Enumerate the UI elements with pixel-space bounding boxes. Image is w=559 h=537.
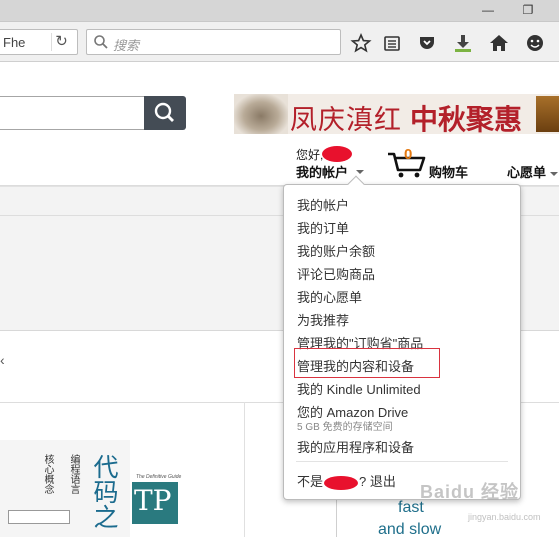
menu-item-recommendations[interactable]: 为我推荐 xyxy=(297,310,349,329)
menu-item-manage-content-devices[interactable]: 管理我的内容和设备 xyxy=(297,356,414,375)
amazon-nav-bar xyxy=(0,140,559,186)
cart-link[interactable]: 购物车 xyxy=(429,162,468,181)
greeting: 您好, xyxy=(296,148,324,162)
wishlist-label: 心愿单 xyxy=(507,165,547,180)
wishlist-link[interactable]: 心愿单 xyxy=(507,162,558,181)
download-icon[interactable] xyxy=(452,32,474,54)
search-placeholder: 搜索 xyxy=(113,38,140,53)
minimize-button[interactable]: — xyxy=(478,2,498,18)
amazon-search-input[interactable] xyxy=(0,96,144,130)
account-menu-link[interactable]: 我的帐户 xyxy=(296,162,348,181)
search-icon xyxy=(94,35,108,49)
browser-toolbar: Fhe ↻ 搜索 xyxy=(0,22,559,62)
menu-item-review-purchases[interactable]: 评论已购商品 xyxy=(297,264,375,283)
divider xyxy=(244,402,245,537)
search-icon xyxy=(154,102,174,122)
drive-storage-note: 5 GB 免费的存储空间 xyxy=(297,422,393,433)
menu-item-my-account[interactable]: 我的帐户 xyxy=(297,195,349,214)
pocket-icon[interactable] xyxy=(416,32,438,54)
baidu-watermark: Baidu 经验 xyxy=(420,482,520,502)
reload-icon[interactable]: ↻ xyxy=(51,33,71,51)
smiley-icon[interactable] xyxy=(524,32,546,54)
window-titlebar: — ❐ xyxy=(0,0,559,22)
chevron-down-icon xyxy=(356,170,364,174)
amazon-search-button[interactable] xyxy=(144,96,186,130)
bookmark-star-icon[interactable] xyxy=(350,32,372,54)
menu-item-apps-devices[interactable]: 我的应用程序和设备 xyxy=(297,437,414,456)
account-dropdown-menu: 我的帐户 我的订单 我的账户余额 评论已购商品 我的心愿单 为我推荐 管理我的"… xyxy=(283,175,521,500)
book1-label-box xyxy=(8,510,70,524)
book1-subtitle-2: 编程语言 xyxy=(68,454,79,494)
book-cover-2[interactable]: The Definitive Guide TP xyxy=(132,462,182,537)
book-cover-1[interactable]: 核心概念 编程语言 代码之 xyxy=(0,440,130,537)
browser-search-input[interactable]: 搜索 xyxy=(86,29,341,55)
redacted-username xyxy=(322,146,352,162)
reading-list-icon[interactable] xyxy=(381,32,403,54)
chevron-down-icon xyxy=(549,171,558,176)
menu-item-balance[interactable]: 我的账户余额 xyxy=(297,241,375,260)
banner-text-1: 凤庆滇红 xyxy=(290,105,402,134)
banner-text-2: 中秋聚惠 xyxy=(410,103,523,134)
book1-subtitle-1: 核心概念 xyxy=(42,454,53,494)
carousel-prev-icon[interactable]: ‹ xyxy=(0,352,5,368)
menu-item-signout[interactable]: 不是 ? 退出 xyxy=(297,471,396,490)
tea-package-image xyxy=(536,96,559,132)
baidu-watermark-url: jingyan.baidu.com xyxy=(468,512,541,522)
menu-item-kindle-unlimited[interactable]: 我的 Kindle Unlimited xyxy=(297,379,421,398)
cart-count: 0 xyxy=(404,146,413,163)
menu-item-wishlist[interactable]: 我的心愿单 xyxy=(297,287,362,306)
restore-button[interactable]: ❐ xyxy=(518,2,538,18)
book2-tagline: The Definitive Guide xyxy=(136,474,182,480)
book1-title: 代码之 xyxy=(90,454,119,529)
promo-banner[interactable]: 凤庆滇红 中秋聚惠 xyxy=(234,94,559,134)
menu-separator xyxy=(296,461,508,462)
menu-item-my-orders[interactable]: 我的订单 xyxy=(297,218,349,237)
tea-image xyxy=(234,94,288,134)
url-text: Fhe xyxy=(3,35,26,50)
redacted-username xyxy=(324,475,359,490)
signout-prefix: 不是 xyxy=(297,474,324,489)
address-bar[interactable]: Fhe ↻ xyxy=(0,29,78,55)
book2-title: TP xyxy=(134,484,172,517)
home-icon[interactable] xyxy=(488,32,510,54)
book3-word-2: and slow xyxy=(378,521,442,537)
signout-suffix: ? 退出 xyxy=(359,474,396,489)
